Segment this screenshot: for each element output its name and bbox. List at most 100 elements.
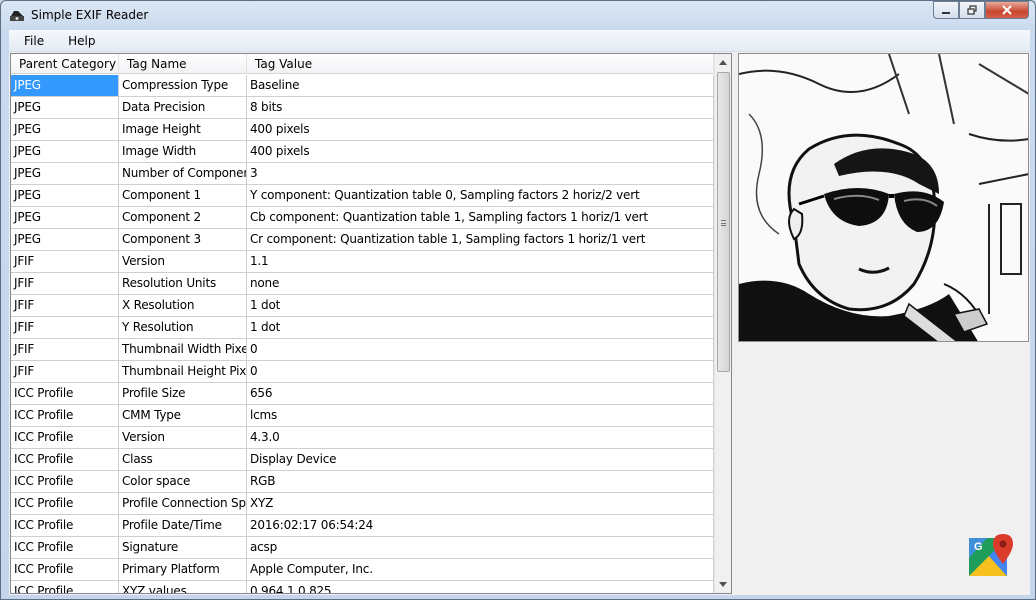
- cell-tag-name[interactable]: Number of Components: [119, 163, 247, 185]
- table-row[interactable]: JPEG Image Height 400 pixels: [11, 119, 715, 141]
- vertical-scrollbar[interactable]: [714, 54, 731, 593]
- column-header-tag-value[interactable]: Tag Value: [247, 54, 714, 74]
- cell-tag-name[interactable]: Profile Date/Time: [119, 515, 247, 537]
- cell-tag-value[interactable]: Display Device: [247, 449, 714, 471]
- cell-tag-name[interactable]: Component 2: [119, 207, 247, 229]
- cell-tag-name[interactable]: XYZ values: [119, 581, 247, 593]
- close-button[interactable]: [985, 1, 1029, 19]
- cell-tag-name[interactable]: Image Width: [119, 141, 247, 163]
- cell-tag-value[interactable]: 3: [247, 163, 714, 185]
- cell-tag-value[interactable]: Cb component: Quantization table 1, Samp…: [247, 207, 714, 229]
- cell-parent-category[interactable]: ICC Profile: [11, 383, 119, 405]
- cell-tag-value[interactable]: lcms: [247, 405, 714, 427]
- cell-tag-value[interactable]: 656: [247, 383, 714, 405]
- cell-tag-name[interactable]: Image Height: [119, 119, 247, 141]
- cell-tag-name[interactable]: Profile Size: [119, 383, 247, 405]
- cell-parent-category[interactable]: ICC Profile: [11, 449, 119, 471]
- cell-parent-category[interactable]: JPEG: [11, 185, 119, 207]
- table-row[interactable]: JFIF Y Resolution 1 dot: [11, 317, 715, 339]
- cell-parent-category[interactable]: JPEG: [11, 141, 119, 163]
- cell-tag-value[interactable]: 4.3.0: [247, 427, 714, 449]
- cell-tag-value[interactable]: Baseline: [247, 75, 714, 97]
- cell-tag-value[interactable]: 2016:02:17 06:54:24: [247, 515, 714, 537]
- menu-file[interactable]: File: [9, 34, 53, 48]
- table-row[interactable]: JFIF Thumbnail Width Pixels 0: [11, 339, 715, 361]
- scroll-thumb[interactable]: [717, 72, 730, 372]
- scroll-up-button[interactable]: [715, 54, 731, 71]
- table-row[interactable]: JPEG Compression Type Baseline: [11, 75, 715, 97]
- cell-tag-value[interactable]: acsp: [247, 537, 714, 559]
- cell-parent-category[interactable]: ICC Profile: [11, 515, 119, 537]
- cell-parent-category[interactable]: ICC Profile: [11, 581, 119, 593]
- table-row[interactable]: JFIFThumbnail Height Pixels0: [11, 361, 715, 383]
- table-row[interactable]: JFIF Resolution Units none: [11, 273, 715, 295]
- cell-tag-value[interactable]: XYZ: [247, 493, 714, 515]
- cell-tag-name[interactable]: X Resolution: [119, 295, 247, 317]
- column-header-parent-category[interactable]: Parent Category: [11, 54, 119, 74]
- cell-tag-name[interactable]: Color space: [119, 471, 247, 493]
- menu-help[interactable]: Help: [53, 34, 104, 48]
- cell-tag-value[interactable]: Cr component: Quantization table 1, Samp…: [247, 229, 714, 251]
- cell-parent-category[interactable]: JFIF: [11, 339, 119, 361]
- cell-parent-category[interactable]: ICC Profile: [11, 405, 119, 427]
- table-row[interactable]: ICC Profile CMM Type lcms: [11, 405, 715, 427]
- cell-parent-category[interactable]: ICC Profile: [11, 427, 119, 449]
- cell-parent-category[interactable]: JFIF: [11, 361, 119, 383]
- cell-tag-name[interactable]: Component 3: [119, 229, 247, 251]
- restore-button[interactable]: [959, 1, 985, 19]
- cell-tag-name[interactable]: Thumbnail Width Pixels: [119, 339, 247, 361]
- table-row[interactable]: ICC Profile Profile Date/Time 2016:02:17 0…: [11, 515, 715, 537]
- cell-tag-name[interactable]: Compression Type: [119, 75, 247, 97]
- table-row[interactable]: ICC Profile XYZ values 0.964 1 0.825: [11, 581, 715, 593]
- google-maps-icon[interactable]: G: [969, 534, 1015, 576]
- cell-parent-category[interactable]: JFIF: [11, 273, 119, 295]
- table-row[interactable]: ICC Profile Profile Size 656: [11, 383, 715, 405]
- table-row[interactable]: JPEG Component 1Y component: Quantization…: [11, 185, 715, 207]
- table-row[interactable]: ICC Profile Primary Platform Apple Compute…: [11, 559, 715, 581]
- minimize-button[interactable]: [933, 1, 959, 19]
- cell-tag-value[interactable]: 400 pixels: [247, 119, 714, 141]
- cell-parent-category[interactable]: JFIF: [11, 317, 119, 339]
- cell-tag-value[interactable]: 1.1: [247, 251, 714, 273]
- scroll-down-button[interactable]: [715, 576, 731, 593]
- cell-parent-category[interactable]: JPEG: [11, 75, 119, 97]
- cell-tag-name[interactable]: Version: [119, 427, 247, 449]
- exif-data-grid[interactable]: Parent Category Tag Name Tag Value JPEG C…: [10, 53, 732, 594]
- cell-parent-category[interactable]: ICC Profile: [11, 559, 119, 581]
- cell-tag-name[interactable]: Class: [119, 449, 247, 471]
- cell-parent-category[interactable]: JFIF: [11, 251, 119, 273]
- cell-parent-category[interactable]: JPEG: [11, 97, 119, 119]
- table-row[interactable]: JFIF Version 1.1: [11, 251, 715, 273]
- cell-tag-name[interactable]: Data Precision: [119, 97, 247, 119]
- cell-tag-value[interactable]: 8 bits: [247, 97, 714, 119]
- cell-tag-name[interactable]: Signature: [119, 537, 247, 559]
- cell-tag-value[interactable]: 400 pixels: [247, 141, 714, 163]
- cell-tag-name[interactable]: CMM Type: [119, 405, 247, 427]
- cell-tag-name[interactable]: Thumbnail Height Pixels: [119, 361, 247, 383]
- cell-parent-category[interactable]: JPEG: [11, 163, 119, 185]
- table-row[interactable]: ICC Profile Version 4.3.0: [11, 427, 715, 449]
- cell-tag-value[interactable]: none: [247, 273, 714, 295]
- table-row[interactable]: JPEG Image Width 400 pixels: [11, 141, 715, 163]
- table-row[interactable]: ICC Profile Class Display Device: [11, 449, 715, 471]
- cell-parent-category[interactable]: ICC Profile: [11, 493, 119, 515]
- cell-tag-value[interactable]: Y component: Quantization table 0, Sampl…: [247, 185, 714, 207]
- cell-tag-value[interactable]: 0.964 1 0.825: [247, 581, 714, 593]
- table-row[interactable]: JPEG Data Precision 8 bits: [11, 97, 715, 119]
- table-row[interactable]: ICC ProfileProfile Connection SpaceXYZ: [11, 493, 715, 515]
- cell-tag-name[interactable]: Version: [119, 251, 247, 273]
- table-row[interactable]: ICC Profile Signature acsp: [11, 537, 715, 559]
- cell-tag-name[interactable]: Component 1: [119, 185, 247, 207]
- cell-tag-name[interactable]: Primary Platform: [119, 559, 247, 581]
- column-header-tag-name[interactable]: Tag Name: [119, 54, 247, 74]
- cell-tag-value[interactable]: RGB: [247, 471, 714, 493]
- cell-tag-name[interactable]: Profile Connection Space: [119, 493, 247, 515]
- cell-tag-name[interactable]: Resolution Units: [119, 273, 247, 295]
- table-row[interactable]: JPEG Component 3 Cr component: Quantizatio…: [11, 229, 715, 251]
- cell-tag-name[interactable]: Y Resolution: [119, 317, 247, 339]
- table-row[interactable]: JPEGNumber of Components3: [11, 163, 715, 185]
- cell-parent-category[interactable]: JFIF: [11, 295, 119, 317]
- table-row[interactable]: ICC Profile Color space RGB: [11, 471, 715, 493]
- cell-parent-category[interactable]: ICC Profile: [11, 471, 119, 493]
- cell-tag-value[interactable]: 0: [247, 339, 714, 361]
